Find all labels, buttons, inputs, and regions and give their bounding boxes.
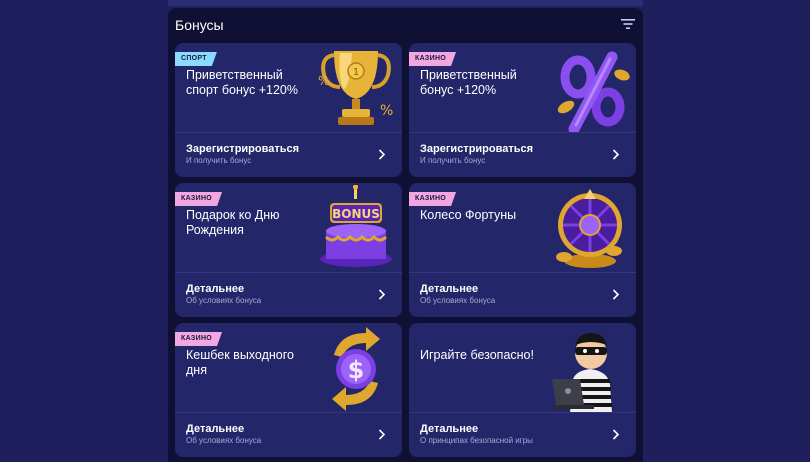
bonus-label: BONUS <box>332 207 380 221</box>
card-subtitle: Об условиях бонуса <box>420 296 496 305</box>
svg-text:%: % <box>318 74 329 88</box>
card-action[interactable]: Детальнее <box>420 423 478 435</box>
card-action[interactable]: Детальнее <box>420 283 478 295</box>
card-subtitle: И получить бонус <box>420 156 486 165</box>
bonus-card-sport-welcome[interactable]: СПОРТ Приветственный спорт бонус +120% 1… <box>175 43 402 177</box>
page-title: Бонусы <box>175 17 224 33</box>
bonus-card-play-safe[interactable]: Играйте безопасно! Детальнее О принципах… <box>409 323 636 457</box>
bonus-card-birthday[interactable]: КАЗИНО Подарок ко Дню Рождения BONUS Дет… <box>175 183 402 317</box>
chevron-right-icon[interactable] <box>378 149 386 160</box>
card-action[interactable]: Детальнее <box>186 283 244 295</box>
bonuses-panel: Бонусы СПОРТ Приветственный спорт бонус … <box>168 8 643 462</box>
chevron-right-icon[interactable] <box>612 149 620 160</box>
card-title: Приветственный бонус +120% <box>420 68 517 97</box>
card-divider <box>175 272 402 273</box>
svg-text:$: $ <box>348 356 365 384</box>
trophy-icon: 1 % % <box>318 51 393 125</box>
card-subtitle: Об условиях бонуса <box>186 436 262 445</box>
card-divider <box>409 412 636 413</box>
card-title: Играйте безопасно! <box>420 348 534 362</box>
filter-icon[interactable] <box>621 18 635 30</box>
bonus-card-weekend-cashback[interactable]: КАЗИНО Кешбек выходного дня $ Детальнее … <box>175 323 402 457</box>
top-strip <box>168 0 643 6</box>
card-action[interactable]: Зарегистрироваться <box>186 143 299 155</box>
cashback-dollar-icon: $ <box>332 327 380 411</box>
fortune-wheel-icon <box>556 189 622 268</box>
bonus-card-casino-welcome[interactable]: КАЗИНО Приветственный бонус +120% Зареги… <box>409 43 636 177</box>
card-divider <box>409 272 636 273</box>
card-subtitle: И получить бонус <box>186 156 252 165</box>
tag-casino: КАЗИНО <box>175 192 222 206</box>
card-title: Приветственный спорт бонус +120% <box>186 68 298 97</box>
svg-text:1: 1 <box>353 67 359 78</box>
tag-casino: КАЗИНО <box>409 52 456 66</box>
percent-icon <box>557 51 630 133</box>
card-divider <box>175 412 402 413</box>
svg-text:%: % <box>380 103 393 119</box>
bonus-cake-icon: BONUS <box>320 185 392 267</box>
tag-sport: СПОРТ <box>175 52 217 66</box>
card-action[interactable]: Детальнее <box>186 423 244 435</box>
card-action[interactable]: Зарегистрироваться <box>420 143 533 155</box>
card-title: Кешбек выходного дня <box>186 348 294 377</box>
card-title: Колесо Фортуны <box>420 208 517 222</box>
bonus-card-fortune-wheel[interactable]: КАЗИНО Колесо Фортуны Детальнее Об услов… <box>409 183 636 317</box>
chevron-right-icon[interactable] <box>612 429 620 440</box>
card-subtitle: Об условиях бонуса <box>186 296 262 305</box>
tag-casino: КАЗИНО <box>175 332 222 346</box>
card-divider <box>409 132 636 133</box>
card-divider <box>175 132 402 133</box>
hacker-icon <box>552 333 612 413</box>
chevron-right-icon[interactable] <box>612 289 620 300</box>
chevron-right-icon[interactable] <box>378 429 386 440</box>
chevron-right-icon[interactable] <box>378 289 386 300</box>
tag-casino: КАЗИНО <box>409 192 456 206</box>
card-title: Подарок ко Дню Рождения <box>186 208 280 237</box>
card-subtitle: О принципах безопасной игры <box>420 436 533 445</box>
